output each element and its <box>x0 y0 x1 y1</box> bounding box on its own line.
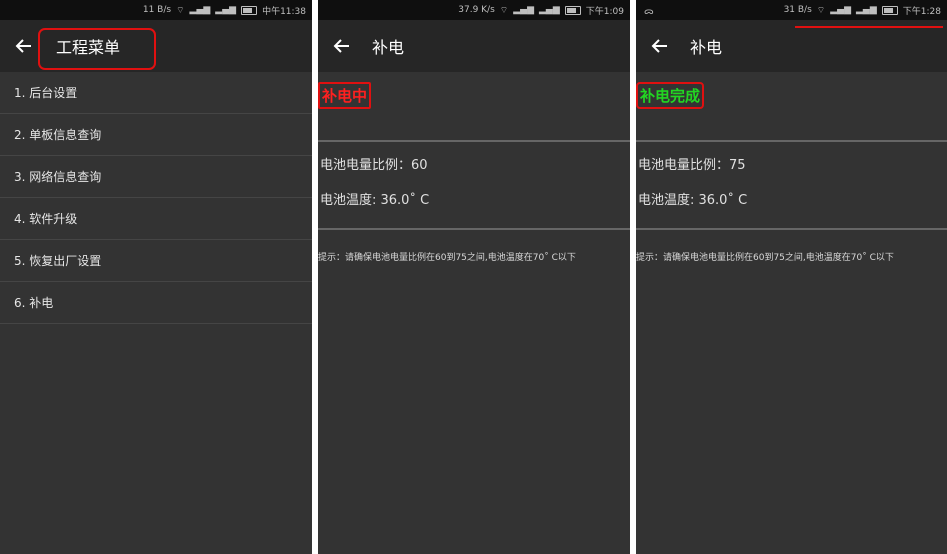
menu-item-backend-settings[interactable]: 1. 后台设置 <box>0 72 312 114</box>
battery-icon <box>241 5 258 15</box>
signal-icon: ▂▄▆ <box>215 5 237 15</box>
network-speed: 11 B/s <box>142 5 172 15</box>
page-title: 补电 <box>372 38 405 57</box>
annotation-underline <box>795 26 943 28</box>
signal-icon: ▂▄▆ <box>539 5 560 15</box>
page-title: 补电 <box>690 38 723 57</box>
back-arrow-icon[interactable] <box>332 36 352 56</box>
divider <box>318 228 630 230</box>
network-speed: 37.9 K/s <box>458 5 495 15</box>
menu-item-factory-reset[interactable]: 5. 恢复出厂设置 <box>0 240 312 282</box>
status-bar: 11 B/s ⌔ ▂▄▆ ▂▄▆ 中午11:38 <box>0 0 312 20</box>
signal-icon: ▂▄▆ <box>830 5 852 15</box>
charging-screen: 37.9 K/s ⌔ ▂▄▆ ▂▄▆ 下午1:09 补电 补电中 电池电量比例：… <box>318 0 630 554</box>
charge-status: 补电中 <box>318 82 372 109</box>
menu-item-charge[interactable]: 6. 补电 <box>0 282 312 324</box>
signal-icon: ▂▄▆ <box>189 5 211 15</box>
notification-icon: ᯅ <box>644 7 654 17</box>
network-speed: 31 B/s <box>783 5 812 15</box>
battery-temperature: 电池温度: 36.0˚ C <box>320 193 430 208</box>
menu-item-network-info[interactable]: 3. 网络信息查询 <box>0 156 312 198</box>
wifi-icon: ⌔ <box>176 5 185 16</box>
signal-icon: ▂▄▆ <box>856 5 877 15</box>
app-bar: 补电 <box>318 20 630 72</box>
divider <box>636 140 947 142</box>
charge-status: 补电完成 <box>636 82 705 109</box>
annotation-highlight <box>38 28 156 70</box>
menu-item-software-upgrade[interactable]: 4. 软件升级 <box>0 198 312 240</box>
charge-complete-screen: ᯅ 31 B/s ⌔ ▂▄▆ ▂▄▆ 下午1:28 补电 补电完成 电池电量比例… <box>636 0 947 554</box>
hint-text: 提示：请确保电池电量比例在60到75之间,电池温度在70˚ C以下 <box>318 253 576 263</box>
battery-icon <box>564 5 581 15</box>
battery-ratio: 电池电量比例：60 <box>320 158 428 173</box>
divider <box>636 228 947 230</box>
divider <box>318 140 630 142</box>
battery-icon <box>881 5 898 15</box>
status-bar: 37.9 K/s ⌔ ▂▄▆ ▂▄▆ 下午1:09 <box>318 0 630 20</box>
back-arrow-icon[interactable] <box>14 36 34 56</box>
status-bar: ᯅ 31 B/s ⌔ ▂▄▆ ▂▄▆ 下午1:28 <box>636 0 947 20</box>
back-arrow-icon[interactable] <box>650 36 670 56</box>
wifi-icon: ⌔ <box>499 5 509 16</box>
clock: 中午11:38 <box>262 6 306 17</box>
battery-ratio: 电池电量比例：75 <box>638 158 746 173</box>
menu-item-board-info[interactable]: 2. 单板信息查询 <box>0 114 312 156</box>
app-bar: 工程菜单 <box>0 20 312 72</box>
battery-temperature: 电池温度: 36.0˚ C <box>638 193 748 208</box>
signal-icon: ▂▄▆ <box>513 5 535 15</box>
clock: 下午1:28 <box>902 6 941 17</box>
hint-text: 提示：请确保电池电量比例在60到75之间,电池温度在70˚ C以下 <box>636 253 894 263</box>
clock: 下午1:09 <box>585 6 624 17</box>
engineering-menu-screen: 11 B/s ⌔ ▂▄▆ ▂▄▆ 中午11:38 工程菜单 1. 后台设置 2.… <box>0 0 312 554</box>
menu-list: 1. 后台设置 2. 单板信息查询 3. 网络信息查询 4. 软件升级 5. 恢… <box>0 72 312 324</box>
wifi-icon: ⌔ <box>816 5 826 16</box>
